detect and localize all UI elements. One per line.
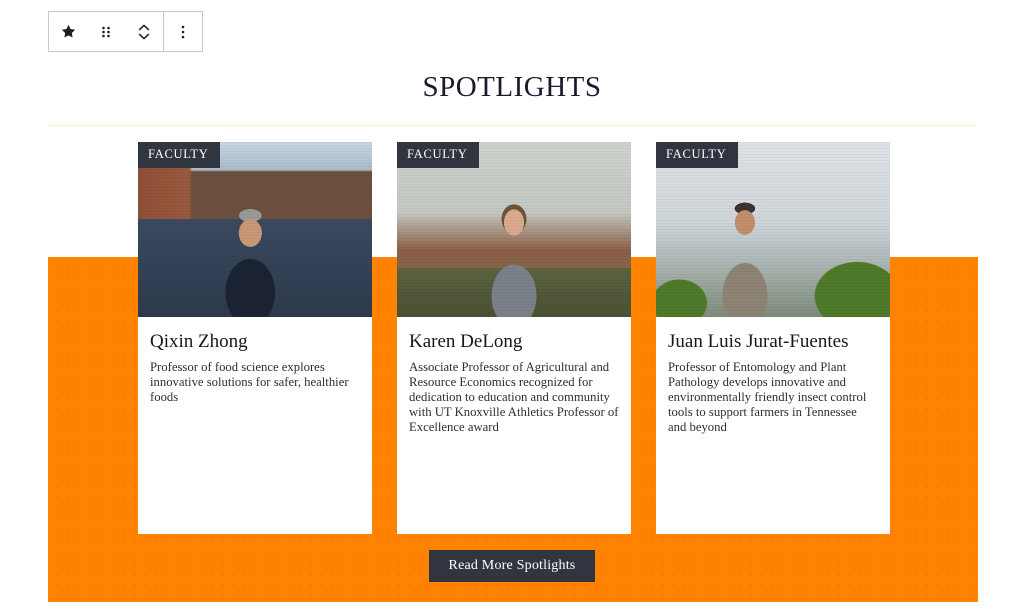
card-media: FACULTY	[656, 142, 890, 317]
spotlight-card[interactable]: FACULTY Qixin Zhong Professor of food sc…	[138, 142, 372, 534]
spotlight-card-list: FACULTY Qixin Zhong Professor of food sc…	[138, 142, 890, 534]
card-description: Associate Professor of Agricultural and …	[409, 359, 619, 434]
spotlight-card[interactable]: FACULTY Karen DeLong Associate Professor…	[397, 142, 631, 534]
block-type-star-button[interactable]	[49, 12, 87, 51]
toolbar-options-group	[164, 12, 202, 51]
card-media: FACULTY	[397, 142, 631, 317]
cta-container: Read More Spotlights	[0, 550, 1024, 583]
star-icon	[60, 23, 77, 40]
card-body: Karen DeLong Associate Professor of Agri…	[397, 317, 631, 534]
drag-dots-icon	[99, 24, 113, 40]
spotlight-photo	[656, 142, 890, 317]
chevron-up-down-icon	[137, 22, 151, 42]
spotlight-photo	[397, 142, 631, 317]
card-description: Professor of food science explores innov…	[150, 359, 349, 404]
toolbar-primary-group	[49, 12, 164, 51]
card-body: Qixin Zhong Professor of food science ex…	[138, 317, 372, 534]
page-title: SPOTLIGHTS	[422, 71, 602, 104]
status-badge: FACULTY	[397, 142, 480, 168]
card-description: Professor of Entomology and Plant Pathol…	[668, 359, 867, 434]
spotlight-photo	[138, 142, 372, 317]
spotlight-card[interactable]: FACULTY Juan Luis Jurat-Fuentes Professo…	[656, 142, 890, 534]
card-title: Qixin Zhong	[150, 331, 248, 352]
drag-handle-button[interactable]	[87, 12, 125, 51]
card-body: Juan Luis Jurat-Fuentes Professor of Ent…	[656, 317, 890, 534]
status-badge: FACULTY	[656, 142, 739, 168]
status-badge: FACULTY	[138, 142, 221, 168]
card-media: FACULTY	[138, 142, 372, 317]
card-title: Juan Luis Jurat-Fuentes	[668, 331, 849, 352]
block-editor-toolbar[interactable]	[48, 11, 203, 52]
read-more-spotlights-button[interactable]: Read More Spotlights	[428, 550, 596, 583]
vertical-dots-icon	[180, 23, 186, 41]
more-options-button[interactable]	[164, 12, 202, 51]
spotlights-page: SPOTLIGHTS FACULTY Qixin Zhong Professor…	[0, 0, 1024, 611]
move-up-down-button[interactable]	[125, 12, 163, 51]
heading-divider	[48, 125, 976, 126]
card-title: Karen DeLong	[409, 331, 523, 352]
